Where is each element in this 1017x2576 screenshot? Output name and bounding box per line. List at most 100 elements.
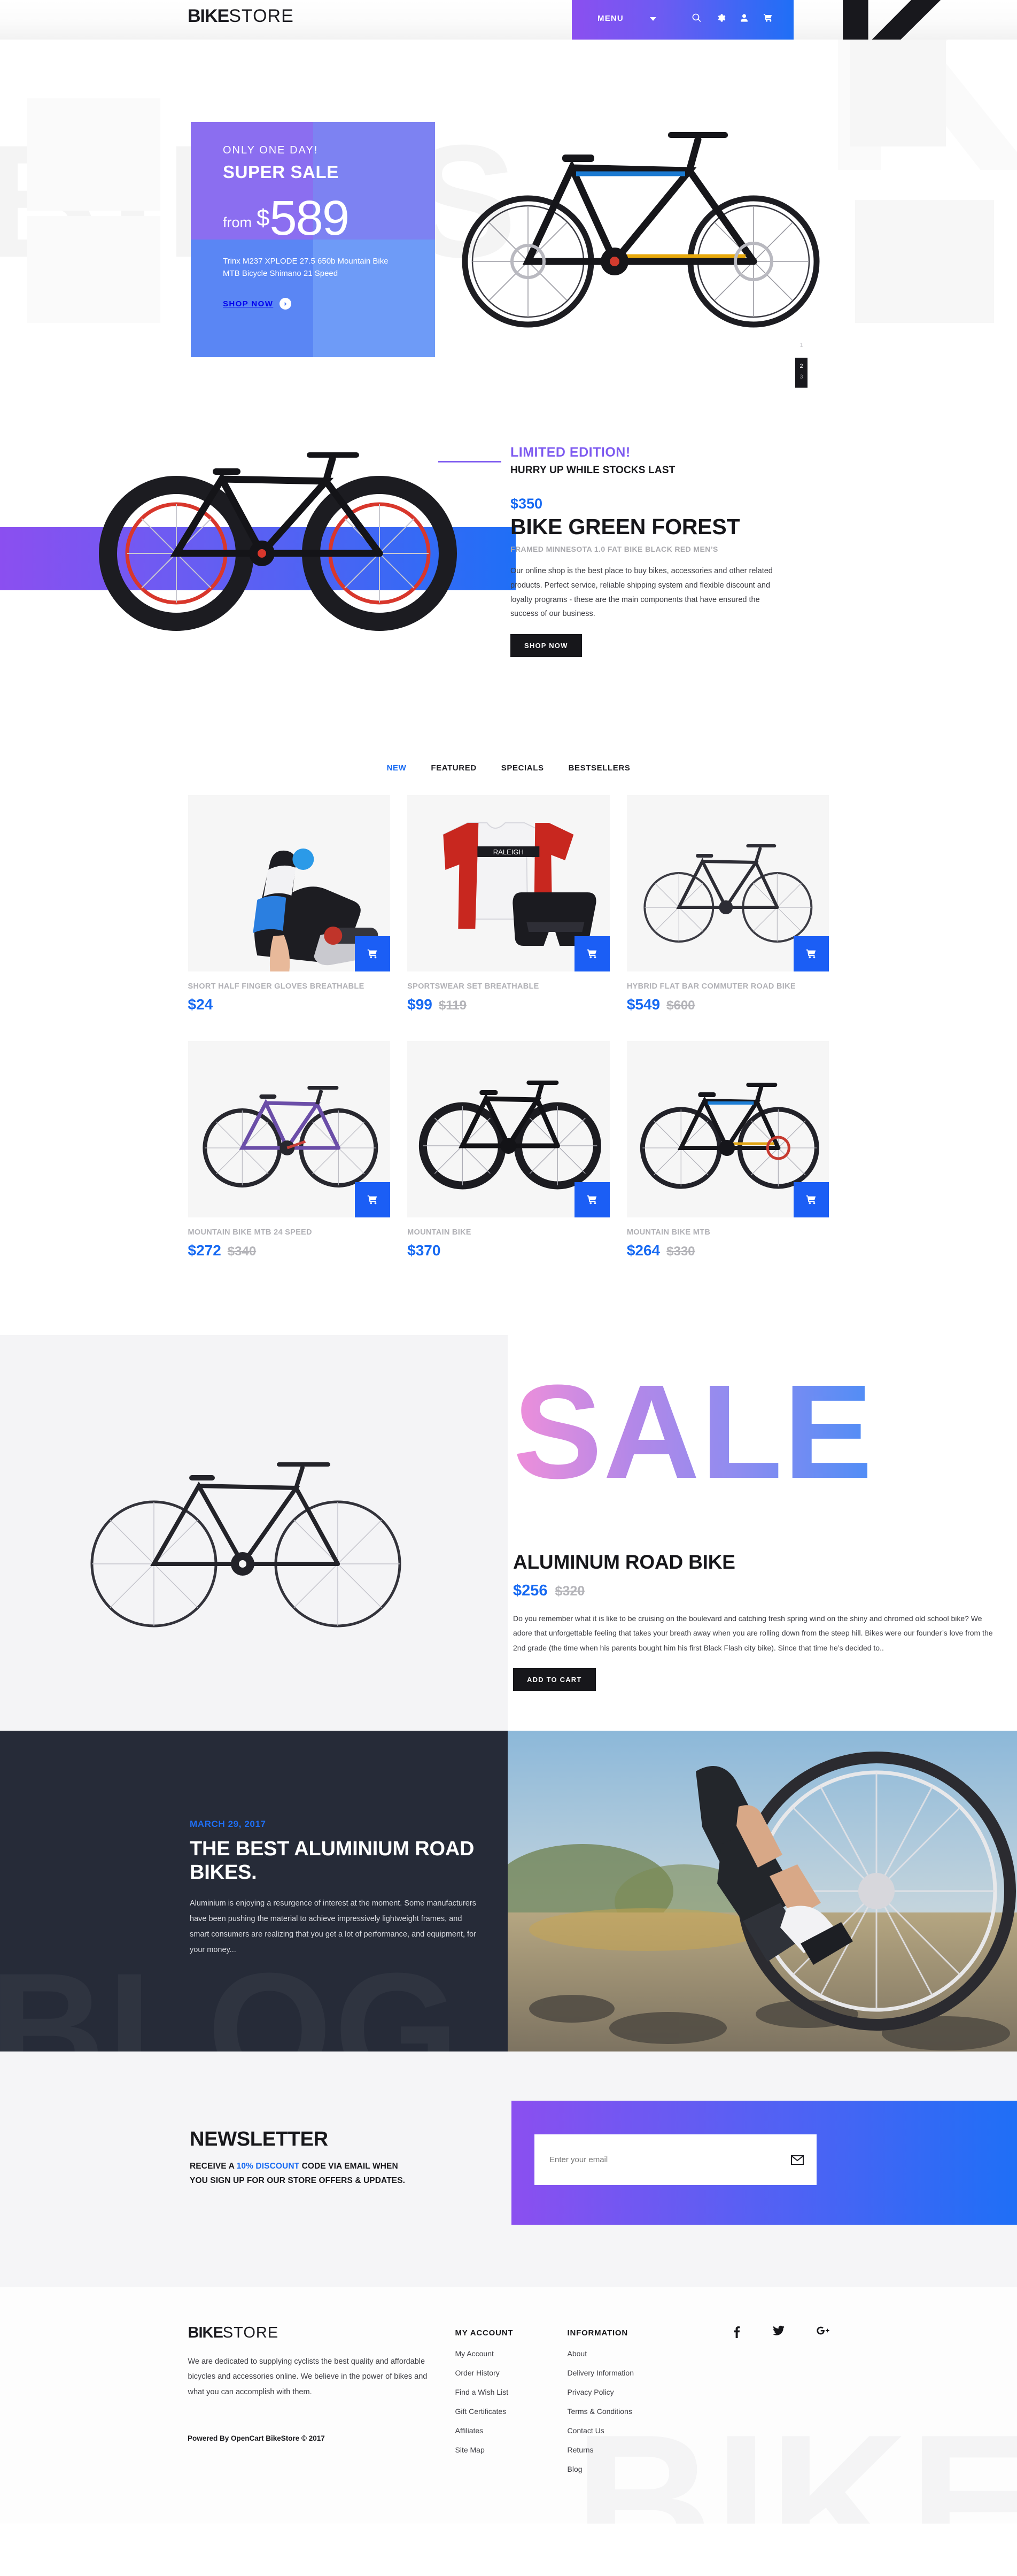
newsletter-section: NEWSLETTER RECEIVE A 10% DISCOUNT CODE V…: [0, 2051, 1017, 2287]
footer-about-text: We are dedicated to supplying cyclists t…: [188, 2357, 428, 2396]
footer-link-terms-conditions[interactable]: Terms & Conditions: [568, 2407, 632, 2416]
limited-rule: [438, 461, 501, 462]
tab-featured[interactable]: FEATURED: [431, 763, 476, 773]
add-to-cart-icon-button[interactable]: [794, 936, 829, 971]
slider-page-3[interactable]: 3: [795, 372, 808, 382]
newsletter-heading: NEWSLETTER: [190, 2128, 328, 2150]
site-logo[interactable]: BIKESTORE: [188, 7, 294, 25]
add-to-cart-icon-button[interactable]: [794, 1182, 829, 1217]
footer-link-about[interactable]: About: [568, 2349, 587, 2358]
page-root: K BIKESTORE MENU K BIKES: [0, 0, 1017, 2524]
cart-icon[interactable]: [763, 13, 773, 23]
promo-description: Trinx M237 XPLODE 27.5 650b Mountain Bik…: [223, 257, 389, 278]
newsletter-submit-button[interactable]: [778, 2134, 817, 2185]
gear-icon[interactable]: [716, 13, 726, 23]
add-to-cart-icon-button[interactable]: [355, 1182, 391, 1217]
limited-fatbike-image: [99, 452, 457, 631]
tab-specials[interactable]: SPECIALS: [501, 763, 544, 773]
footer-logo-light: STORE: [222, 2324, 279, 2341]
product-card[interactable]: MOUNTAIN BIKE MTB 24 SPEED $272 $340: [188, 1041, 391, 1259]
footer-link-affiliates[interactable]: Affiliates: [455, 2426, 484, 2435]
facebook-icon[interactable]: [733, 2325, 741, 2341]
google-plus-icon[interactable]: [816, 2325, 829, 2341]
list-item: Contact Us: [568, 2426, 680, 2436]
limited-subtitle: HURRY UP WHILE STOCKS LAST: [510, 465, 676, 476]
cyclist-photo: [508, 1731, 1017, 2051]
product-card[interactable]: HYBRID FLAT BAR COMMUTER ROAD BIKE $549 …: [626, 795, 829, 1013]
sale-price-row: $256 $320: [513, 1582, 994, 1600]
hero-shop-now-button[interactable]: SHOP NOW: [223, 298, 424, 310]
newsletter-email-input[interactable]: [534, 2134, 778, 2185]
add-to-cart-button[interactable]: ADD TO CART: [513, 1668, 596, 1691]
footer-logo-bold: BIKE: [188, 2324, 223, 2341]
footer-link-order-history[interactable]: Order History: [455, 2369, 500, 2377]
blog-watermark: BLOG: [0, 1949, 461, 2051]
footer-about: BIKESTORE We are dedicated to supplying …: [188, 2325, 455, 2484]
list-item: About: [568, 2349, 680, 2359]
footer-link-blog[interactable]: Blog: [568, 2465, 583, 2473]
add-to-cart-icon-button[interactable]: [574, 936, 610, 971]
site-footer: BIKE BIKESTORE We are dedicated to suppl…: [0, 2287, 1017, 2524]
product-old-price: $119: [438, 998, 467, 1013]
footer-link-site-map[interactable]: Site Map: [455, 2446, 485, 2454]
footer-column-title: INFORMATION: [567, 2328, 628, 2338]
chevron-down-icon[interactable]: [650, 17, 656, 21]
tab-bestsellers[interactable]: BESTSELLERS: [569, 763, 631, 773]
product-card[interactable]: SHORT HALF FINGER GLOVES BREATHABLE $24: [188, 795, 391, 1013]
promo-from-label: from: [223, 214, 252, 230]
limited-title: BIKE GREEN FOREST: [510, 514, 740, 539]
product-price-row: $549 $600: [627, 996, 829, 1013]
list-item: Delivery Information: [568, 2369, 680, 2378]
product-card[interactable]: MOUNTAIN BIKE $370: [407, 1041, 610, 1259]
limited-shop-now-button[interactable]: SHOP NOW: [510, 634, 582, 658]
add-to-cart-icon-button[interactable]: [355, 936, 391, 971]
product-image-mtb-purple[interactable]: [188, 1041, 391, 1217]
footer-column-title: MY ACCOUNT: [455, 2328, 514, 2338]
user-icon[interactable]: [740, 13, 749, 23]
newsletter-discount: 10% DISCOUNT: [236, 2162, 300, 2171]
newsletter-form: [534, 2134, 817, 2185]
list-item: Returns: [568, 2446, 680, 2455]
search-icon[interactable]: [692, 13, 702, 23]
product-price-row: $24: [188, 996, 391, 1013]
product-image-mtb-black[interactable]: [407, 1041, 610, 1217]
promo-amount: 589: [269, 191, 349, 245]
slider-pagination[interactable]: 2 3: [795, 358, 808, 388]
menu-button-label[interactable]: MENU: [597, 14, 624, 23]
footer-link-contact-us[interactable]: Contact Us: [568, 2426, 604, 2435]
sale-description: Do you remember what it is like to be cr…: [513, 1614, 993, 1652]
footer-link-gift-certificates[interactable]: Gift Certificates: [455, 2407, 507, 2416]
slider-page-1[interactable]: 1: [795, 342, 808, 349]
list-item: Blog: [568, 2465, 680, 2474]
product-old-price: $340: [227, 1244, 257, 1259]
sale-content-panel: SALE ALUMINUM ROAD BIKE $256 $320 Do you…: [508, 1335, 1017, 1731]
slider-page-2[interactable]: 2: [795, 361, 808, 372]
product-image-mtb-blue[interactable]: [626, 1041, 829, 1217]
product-name: MOUNTAIN BIKE MTB 24 SPEED: [188, 1228, 312, 1237]
twitter-icon[interactable]: [772, 2325, 785, 2341]
add-to-cart-icon-button[interactable]: [574, 1182, 610, 1217]
product-card[interactable]: RALEIGH SPORTSWEAR SET BREATHABLE $99 $1…: [407, 795, 610, 1013]
product-image-road-bike-grey[interactable]: [626, 795, 829, 971]
product-name: MOUNTAIN BIKE: [407, 1228, 471, 1237]
newsletter-copy: RECEIVE A 10% DISCOUNT CODE VIA EMAIL WH…: [190, 2159, 489, 2188]
newsletter-form-panel: [511, 2101, 1017, 2225]
product-card[interactable]: MOUNTAIN BIKE MTB $264 $330: [626, 1041, 829, 1259]
list-item: Terms & Conditions: [568, 2407, 680, 2417]
limited-price: $350: [510, 496, 543, 512]
footer-link-delivery-info[interactable]: Delivery Information: [568, 2369, 634, 2377]
footer-link-my-account[interactable]: My Account: [455, 2349, 494, 2358]
product-image-sportswear-set[interactable]: RALEIGH: [407, 795, 610, 971]
footer-link-privacy-policy[interactable]: Privacy Policy: [568, 2388, 614, 2396]
footer-link-wish-list[interactable]: Find a Wish List: [455, 2388, 509, 2396]
tab-new[interactable]: NEW: [387, 763, 407, 773]
promo-kicker: ONLY ONE DAY!: [223, 144, 319, 156]
envelope-icon: [791, 2155, 804, 2165]
list-item: Order History: [455, 2369, 568, 2378]
blog-title[interactable]: THE BEST ALUMINIUM ROAD BIKES.: [190, 1837, 478, 1884]
footer-copyright: Powered By OpenCart BikeStore © 2017: [188, 2434, 325, 2442]
footer-logo[interactable]: BIKESTORE: [188, 2325, 455, 2341]
product-image-cycling-glove[interactable]: [188, 795, 391, 971]
limited-edition-section: LIMITED EDITION! HURRY UP WHILE STOCKS L…: [0, 408, 1017, 740]
footer-link-returns[interactable]: Returns: [568, 2446, 594, 2454]
